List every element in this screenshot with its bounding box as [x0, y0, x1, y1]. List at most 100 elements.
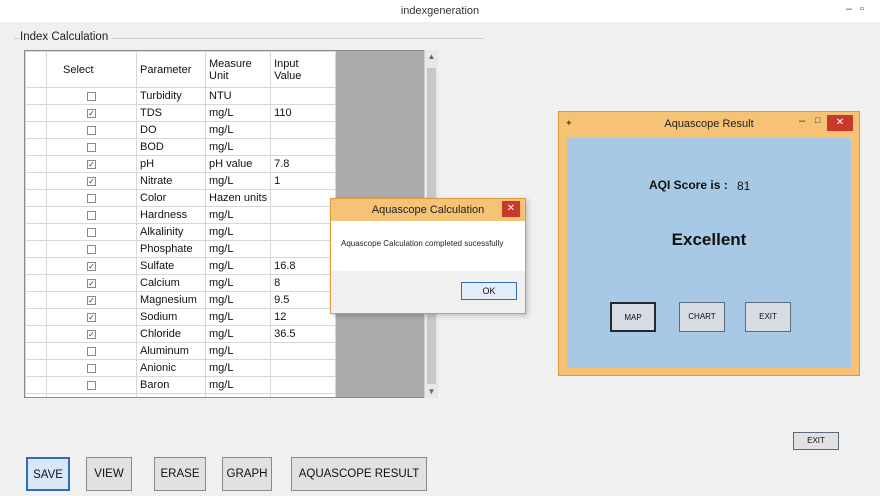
- row-header-cell[interactable]: [25, 206, 47, 224]
- view-button[interactable]: VIEW: [86, 457, 132, 491]
- table-row[interactable]: ✓ TDS mg/L 110: [25, 104, 337, 122]
- select-column-header[interactable]: Select: [46, 51, 137, 88]
- select-cell[interactable]: ✓: [46, 155, 137, 173]
- checkbox-unchecked-icon[interactable]: [87, 363, 96, 373]
- checkbox-checked-icon[interactable]: ✓: [87, 261, 96, 271]
- table-row[interactable]: BOD mg/L: [25, 138, 337, 156]
- scroll-up-icon[interactable]: ▲: [425, 52, 438, 61]
- input-value-cell[interactable]: 1: [270, 172, 337, 190]
- select-cell[interactable]: [46, 359, 137, 377]
- table-row[interactable]: ✓ Sodium mg/L 12: [25, 308, 337, 326]
- checkbox-unchecked-icon[interactable]: [87, 210, 96, 220]
- input-column-header[interactable]: Input Value: [270, 51, 337, 88]
- select-cell[interactable]: [46, 342, 137, 360]
- row-header-cell[interactable]: [25, 393, 47, 397]
- input-value-cell[interactable]: [270, 240, 337, 258]
- input-value-cell[interactable]: [270, 342, 337, 360]
- table-row[interactable]: ✓ Chloride mg/L 36.5: [25, 325, 337, 343]
- select-cell[interactable]: ✓: [46, 172, 137, 190]
- save-button[interactable]: SAVE: [26, 457, 70, 491]
- select-cell[interactable]: [46, 240, 137, 258]
- select-cell[interactable]: [46, 138, 137, 156]
- table-row[interactable]: DO mg/L: [25, 121, 337, 139]
- row-header-cell[interactable]: [25, 87, 47, 105]
- result-exit-button[interactable]: EXIT: [745, 302, 791, 332]
- table-row[interactable]: Phosphate mg/L: [25, 240, 337, 258]
- map-button[interactable]: MAP: [610, 302, 656, 332]
- erase-button[interactable]: ERASE: [154, 457, 206, 491]
- input-value-cell[interactable]: [270, 189, 337, 207]
- checkbox-unchecked-icon[interactable]: [87, 380, 96, 390]
- row-header-cell[interactable]: [25, 138, 47, 156]
- select-cell[interactable]: [46, 87, 137, 105]
- input-value-cell[interactable]: [270, 223, 337, 241]
- input-value-cell[interactable]: [270, 121, 337, 139]
- input-value-cell[interactable]: [270, 87, 337, 105]
- checkbox-checked-icon[interactable]: ✓: [87, 108, 96, 118]
- select-cell[interactable]: [46, 223, 137, 241]
- checkbox-unchecked-icon[interactable]: [87, 91, 96, 101]
- select-cell[interactable]: ✓: [46, 257, 137, 275]
- input-value-cell[interactable]: 7.8: [270, 155, 337, 173]
- scroll-down-icon[interactable]: ▼: [425, 387, 438, 396]
- table-row[interactable]: ✓ Magnesium mg/L 9.5: [25, 291, 337, 309]
- input-value-cell[interactable]: [270, 376, 337, 394]
- chart-button[interactable]: CHART: [679, 302, 725, 332]
- select-cell[interactable]: ✓: [46, 274, 137, 292]
- row-header-cell[interactable]: [25, 155, 47, 173]
- row-header-cell[interactable]: [25, 308, 47, 326]
- minimize-button[interactable]: –: [846, 3, 852, 15]
- table-row[interactable]: ✓ Sulfate mg/L 16.8: [25, 257, 337, 275]
- result-maximize-button[interactable]: □: [815, 115, 820, 125]
- row-header-cell[interactable]: [25, 223, 47, 241]
- checkbox-checked-icon[interactable]: ✓: [87, 176, 96, 186]
- row-header-cell[interactable]: [25, 291, 47, 309]
- input-value-cell[interactable]: 16.8: [270, 257, 337, 275]
- aquascope-result-button[interactable]: AQUASCOPE RESULT: [291, 457, 427, 491]
- select-cell[interactable]: ✓: [46, 308, 137, 326]
- parameter-column-header[interactable]: Parameter: [136, 51, 206, 88]
- checkbox-unchecked-icon[interactable]: [87, 142, 96, 152]
- input-value-cell[interactable]: [270, 206, 337, 224]
- select-cell[interactable]: ✓: [46, 104, 137, 122]
- select-cell[interactable]: [46, 393, 137, 397]
- input-value-cell[interactable]: 8: [270, 274, 337, 292]
- select-cell[interactable]: ✓: [46, 291, 137, 309]
- row-header-cell[interactable]: [25, 359, 47, 377]
- row-header-cell[interactable]: [25, 325, 47, 343]
- checkbox-checked-icon[interactable]: ✓: [87, 312, 96, 322]
- checkbox-unchecked-icon[interactable]: [87, 125, 96, 135]
- table-row[interactable]: Anionic mg/L: [25, 359, 337, 377]
- row-header-cell[interactable]: [25, 376, 47, 394]
- select-cell[interactable]: [46, 121, 137, 139]
- row-header-cell[interactable]: [25, 274, 47, 292]
- table-row[interactable]: ✓ Calcium mg/L 8: [25, 274, 337, 292]
- result-minimize-button[interactable]: –: [799, 115, 805, 127]
- row-header-cell[interactable]: [25, 257, 47, 275]
- checkbox-unchecked-icon[interactable]: [87, 244, 96, 254]
- select-cell[interactable]: [46, 189, 137, 207]
- table-row[interactable]: ✓ Nitrate mg/L 1: [25, 172, 337, 190]
- input-value-cell[interactable]: 110: [270, 104, 337, 122]
- row-header-cell[interactable]: [25, 189, 47, 207]
- checkbox-checked-icon[interactable]: ✓: [87, 329, 96, 339]
- checkbox-unchecked-icon[interactable]: [87, 346, 96, 356]
- checkbox-checked-icon[interactable]: ✓: [87, 159, 96, 169]
- checkbox-unchecked-icon[interactable]: [87, 193, 96, 203]
- input-value-cell[interactable]: 12: [270, 308, 337, 326]
- row-header-cell[interactable]: [25, 342, 47, 360]
- dialog-ok-button[interactable]: OK: [461, 282, 517, 300]
- dialog-close-button[interactable]: ✕: [502, 201, 520, 217]
- input-value-cell[interactable]: [270, 359, 337, 377]
- restore-button[interactable]: ▫: [860, 3, 864, 15]
- input-value-cell[interactable]: 9.5: [270, 291, 337, 309]
- result-close-button[interactable]: ✕: [827, 115, 853, 131]
- table-row[interactable]: Hardness mg/L: [25, 206, 337, 224]
- input-value-cell[interactable]: [270, 393, 337, 397]
- table-row[interactable]: Baron mg/L: [25, 376, 337, 394]
- row-header-cell[interactable]: [25, 240, 47, 258]
- table-row[interactable]: Aluminum mg/L: [25, 342, 337, 360]
- table-row[interactable]: Turbidity NTU: [25, 87, 337, 105]
- unit-column-header[interactable]: Measure Unit: [204, 51, 272, 88]
- graph-button[interactable]: GRAPH: [222, 457, 272, 491]
